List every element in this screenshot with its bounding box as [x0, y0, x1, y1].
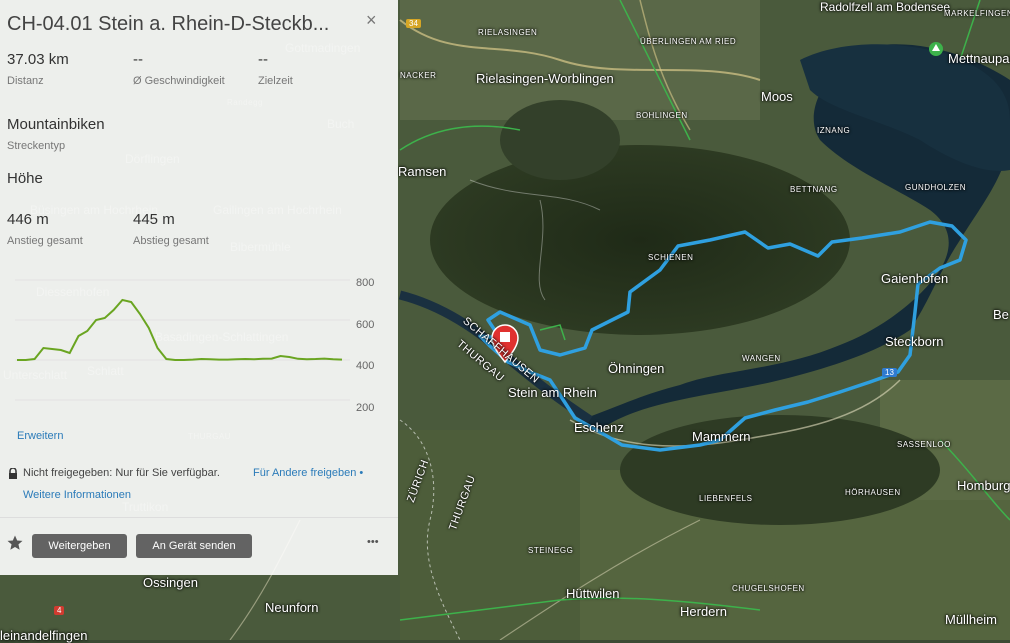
- place-label: Gaienhofen: [881, 271, 949, 286]
- locality-label: BETTNANG: [790, 185, 838, 194]
- target-time-value: --: [258, 51, 268, 68]
- place-label: Be: [993, 307, 1009, 322]
- descent-label: Abstieg gesamt: [133, 235, 209, 247]
- privacy-text: Nicht freigegeben: Nur für Sie verfügbar…: [23, 467, 220, 479]
- lock-icon: [8, 466, 18, 479]
- place-label: Stein am Rhein: [508, 385, 597, 400]
- faint-place-label: THURGAU: [188, 432, 232, 441]
- route-type-value: Mountainbiken: [7, 116, 105, 133]
- ascent-label: Anstieg gesamt: [7, 235, 83, 247]
- road-shield-4: 4: [54, 606, 65, 615]
- place-label: Herdern: [680, 604, 727, 619]
- send-to-device-button[interactable]: An Gerät senden: [136, 534, 252, 558]
- place-label: Ossingen: [143, 575, 198, 590]
- route-type-label: Streckentyp: [7, 140, 66, 152]
- divider: [0, 517, 398, 518]
- descent-value: 445 m: [133, 211, 175, 228]
- distance-value: 37.03 km: [7, 51, 69, 68]
- locality-label: SASSENLOO: [897, 440, 951, 449]
- faint-place-label: Randegg: [227, 98, 263, 107]
- star-icon[interactable]: [6, 534, 24, 557]
- avg-speed-label: Ø Geschwindigkeit: [133, 75, 225, 87]
- more-options-icon[interactable]: •••: [367, 536, 379, 548]
- place-label: Homburg: [957, 478, 1010, 493]
- forest-north: [500, 100, 620, 180]
- faint-place-label: Gailingen am Hochrhein: [213, 203, 342, 217]
- expand-link[interactable]: Erweitern: [17, 430, 63, 442]
- locality-label: SCHIENEN: [648, 253, 694, 262]
- locality-label: RIELASINGEN: [478, 28, 538, 37]
- locality-label: WANGEN: [742, 354, 781, 363]
- place-label: Steckborn: [885, 334, 944, 349]
- distance-label: Distanz: [7, 75, 44, 87]
- target-time-label: Zielzeit: [258, 75, 293, 87]
- elevation-line: [17, 298, 343, 361]
- close-icon[interactable]: ×: [366, 10, 377, 31]
- locality-label: NACKER: [400, 71, 437, 80]
- place-label: Rielasingen-Worblingen: [476, 71, 614, 86]
- share-link[interactable]: Für Andere freigeben •: [253, 467, 363, 479]
- locality-label: MARKELFINGEN: [944, 9, 1010, 18]
- schiener-berg-forest: [430, 145, 850, 335]
- more-info-link[interactable]: Weitere Informationen: [23, 489, 131, 501]
- locality-label: HÖRHAUSEN: [845, 488, 901, 497]
- faint-place-label: Bibermühle: [230, 240, 291, 254]
- locality-label: ÜBERLINGEN AM RIED: [640, 37, 737, 46]
- place-label: Moos: [761, 89, 793, 104]
- place-label: Ramsen: [398, 164, 447, 179]
- locality-label: STEINEGG: [528, 546, 574, 555]
- forest-south: [620, 415, 940, 525]
- locality-label: GUNDHOLZEN: [905, 183, 967, 192]
- y-tick-label: 600: [356, 319, 375, 331]
- elevation-heading: Höhe: [7, 170, 43, 187]
- y-tick-label: 800: [356, 277, 375, 289]
- place-label: Eschenz: [574, 420, 624, 435]
- chart-gridlines: [15, 279, 350, 401]
- y-tick-label: 400: [356, 360, 375, 372]
- road-shield-34: 34: [406, 19, 421, 28]
- locality-label: CHUGELSHOFEN: [732, 584, 805, 593]
- place-label: Mettnaupark: [948, 51, 1010, 66]
- course-title: CH-04.01 Stein a. Rhein-D-Steckb...: [7, 13, 330, 35]
- place-label: Neunforn: [265, 600, 319, 615]
- place-label: Mammern: [692, 429, 751, 444]
- faint-place-label: Dörflingen: [125, 152, 180, 166]
- faint-place-label: Truttikon: [122, 500, 169, 514]
- elevation-profile-chart[interactable]: [15, 270, 350, 420]
- place-label: Öhningen: [608, 361, 665, 376]
- faint-place-label: Buch: [327, 117, 355, 131]
- place-label: Hüttwilen: [566, 586, 620, 601]
- share-button[interactable]: Weitergeben: [32, 534, 127, 558]
- y-tick-label: 200: [356, 402, 375, 414]
- avg-speed-value: --: [133, 51, 143, 68]
- locality-label: IZNANG: [817, 126, 851, 135]
- faint-place-label: Gottmadingen: [285, 41, 361, 55]
- park-tree-icon: [929, 42, 943, 56]
- road-shield-13: 13: [882, 368, 897, 377]
- place-label: leinandelfingen: [0, 628, 88, 643]
- locality-label: BOHLINGEN: [636, 111, 688, 120]
- ascent-value: 446 m: [7, 211, 49, 228]
- place-label: Müllheim: [945, 612, 998, 627]
- course-detail-panel: CH-04.01 Stein a. Rhein-D-Steckb... × Go…: [0, 0, 398, 575]
- place-label: Radolfzell am Bodensee: [820, 0, 951, 14]
- locality-label: LIEBENFELS: [699, 494, 753, 503]
